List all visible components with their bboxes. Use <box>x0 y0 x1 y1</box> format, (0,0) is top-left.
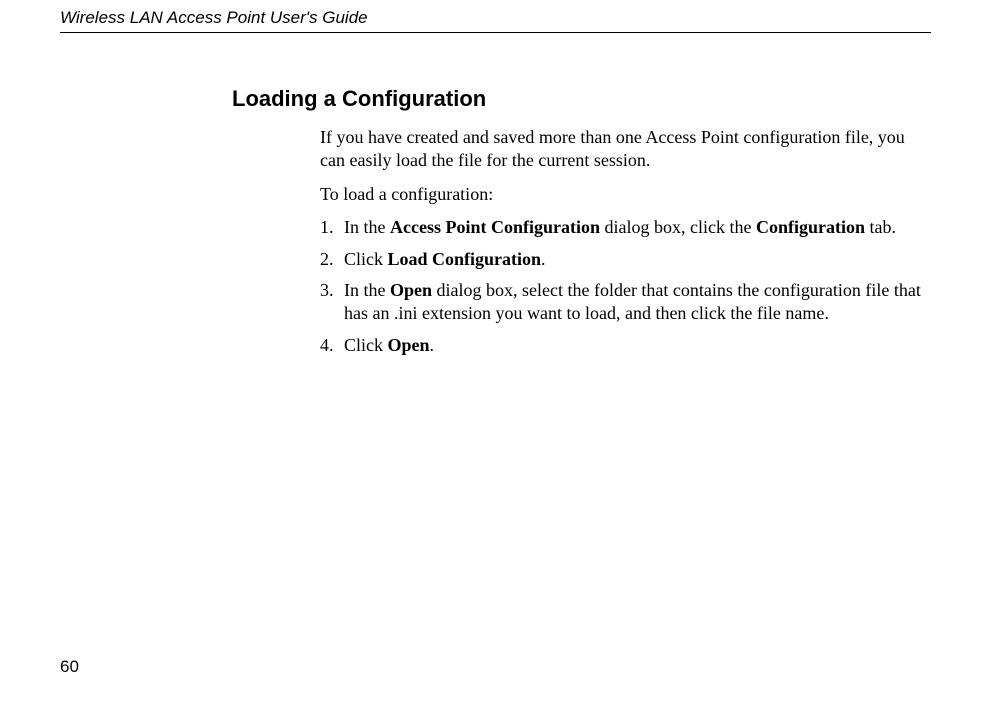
step-text: In the Open dialog box, select the folde… <box>344 279 931 326</box>
header-divider <box>60 32 931 33</box>
intro-paragraph: If you have created and saved more than … <box>320 126 931 173</box>
step-number: 3. <box>320 279 340 326</box>
step-text: Click Load Configuration. <box>344 248 931 271</box>
step-4: 4. Click Open. <box>320 334 931 357</box>
body-text: If you have created and saved more than … <box>320 126 931 357</box>
step-number: 4. <box>320 334 340 357</box>
step-2: 2. Click Load Configuration. <box>320 248 931 271</box>
content-area: Loading a Configuration If you have crea… <box>232 86 931 365</box>
page-number: 60 <box>60 657 79 677</box>
lead-paragraph: To load a configuration: <box>320 183 931 206</box>
section-heading: Loading a Configuration <box>232 86 931 112</box>
step-3: 3. In the Open dialog box, select the fo… <box>320 279 931 326</box>
header-title: Wireless LAN Access Point User's Guide <box>60 8 368 28</box>
step-number: 1. <box>320 216 340 239</box>
step-number: 2. <box>320 248 340 271</box>
step-text: In the Access Point Configuration dialog… <box>344 216 931 239</box>
step-1: 1. In the Access Point Configuration dia… <box>320 216 931 239</box>
step-text: Click Open. <box>344 334 931 357</box>
